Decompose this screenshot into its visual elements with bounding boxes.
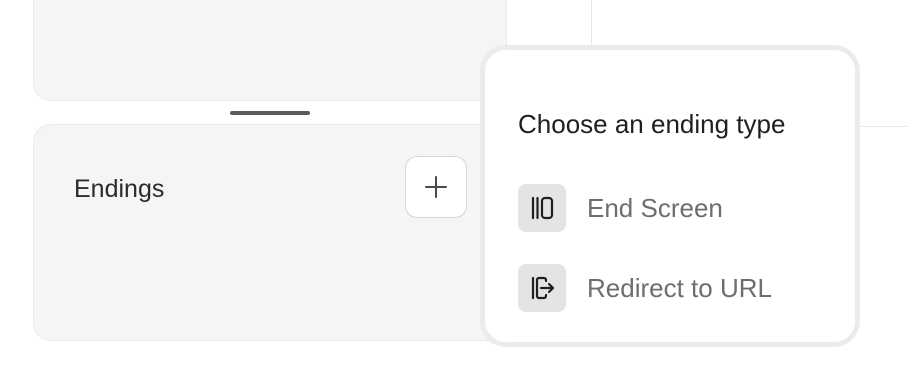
redirect-url-icon (531, 276, 555, 300)
option-end-screen[interactable]: End Screen (518, 182, 818, 234)
form-editor-canvas: Endings Choose an ending type End Screen (0, 0, 908, 374)
end-screen-icon (531, 196, 554, 220)
plus-icon (425, 176, 447, 198)
previous-section-card (33, 0, 507, 101)
ending-type-popover: Choose an ending type End Screen Redirec… (480, 45, 860, 347)
end-screen-icon-tile (518, 184, 566, 232)
option-label: Redirect to URL (587, 273, 772, 303)
endings-card: Endings (33, 124, 507, 341)
drag-handle[interactable] (230, 111, 310, 115)
option-redirect-to-url[interactable]: Redirect to URL (518, 262, 818, 314)
add-ending-button[interactable] (405, 156, 467, 218)
redirect-url-icon-tile (518, 264, 566, 312)
canvas-grid-line (855, 126, 908, 127)
endings-label: Endings (74, 175, 165, 203)
popover-title: Choose an ending type (518, 109, 786, 139)
option-label: End Screen (587, 193, 723, 223)
